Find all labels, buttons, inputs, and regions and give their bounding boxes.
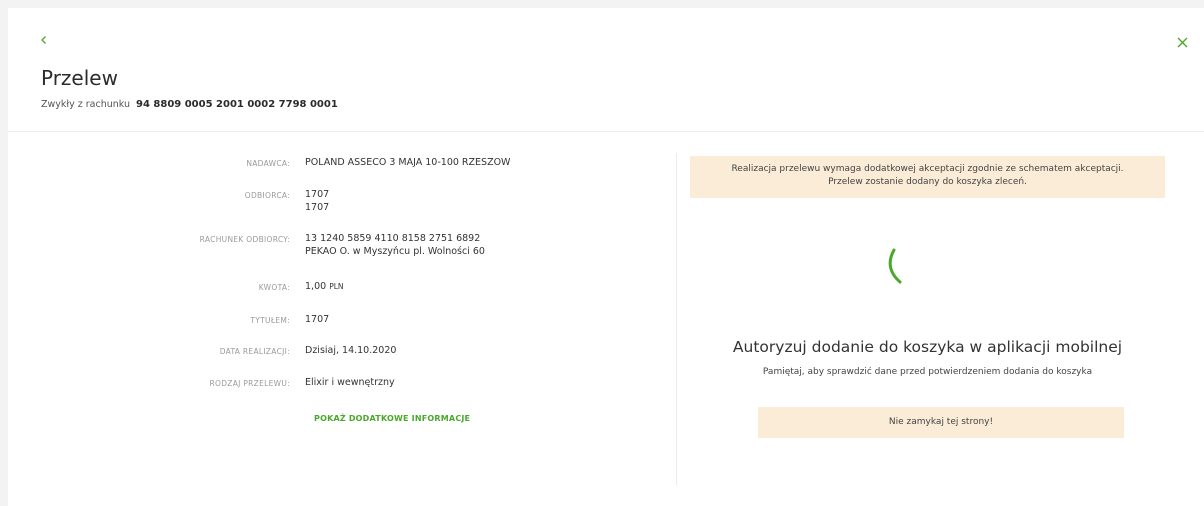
recipient-address: 1707 bbox=[305, 202, 330, 213]
type-value: Elixir i wewnętrzny bbox=[305, 377, 395, 388]
date-value: Dzisiaj, 14.10.2020 bbox=[305, 345, 397, 356]
account-subtitle: Zwykły z rachunku 94 8809 0005 2001 0002 … bbox=[41, 99, 338, 110]
recipient-account-label: RACHUNEK ODBIORCY: bbox=[199, 235, 290, 244]
authorize-title: Autoryzuj dodanie do koszyka w aplikacji… bbox=[732, 338, 1123, 356]
back-button[interactable] bbox=[36, 32, 52, 48]
transfer-card: Przelew Zwykły z rachunku 94 8809 0005 20… bbox=[8, 8, 1204, 506]
subtitle-label: Zwykły z rachunku bbox=[41, 99, 130, 110]
do-not-close-warning: Nie zamykaj tej strony! bbox=[758, 407, 1124, 438]
column-divider bbox=[676, 153, 677, 485]
sender-label: NADAWCA: bbox=[246, 159, 290, 168]
loading-spinner bbox=[888, 248, 902, 284]
title-label: TYTUŁEM: bbox=[250, 316, 290, 325]
title-value: 1707 bbox=[305, 314, 330, 325]
source-account-number: 94 8809 0005 2001 0002 7798 0001 bbox=[136, 99, 338, 110]
close-button[interactable] bbox=[1174, 34, 1190, 50]
amount-label: KWOTA: bbox=[258, 283, 290, 292]
recipient-bank: PEKAO O. w Myszyńcu pl. Wolności 60 bbox=[305, 246, 485, 257]
type-label: RODZAJ PRZELEWU: bbox=[209, 379, 290, 388]
recipient-label: ODBIORCA: bbox=[244, 191, 290, 200]
show-more-info-link[interactable]: POKAŻ DODATKOWE INFORMACJE bbox=[314, 414, 470, 423]
date-label: DATA REALIZACJI: bbox=[219, 347, 290, 356]
recipient-name: 1707 bbox=[305, 189, 330, 200]
close-icon bbox=[1177, 37, 1187, 47]
authorize-hint: Pamiętaj, aby sprawdzić dane przed potwi… bbox=[762, 367, 1093, 377]
page-title: Przelew bbox=[41, 66, 118, 90]
header-divider bbox=[8, 131, 1204, 132]
amount-number: 1,00 bbox=[305, 281, 327, 292]
recipient-account-number: 13 1240 5859 4110 8158 2751 6892 bbox=[305, 233, 481, 244]
chevron-left-icon bbox=[41, 36, 46, 44]
acceptance-notice: Realizacja przelewu wymaga dodatkowej ak… bbox=[690, 156, 1165, 198]
amount-currency: PLN bbox=[329, 282, 344, 291]
amount-value: 1,00 PLN bbox=[305, 281, 344, 293]
sender-value: POLAND ASSECO 3 MAJA 10-100 RZESZOW bbox=[305, 157, 511, 168]
